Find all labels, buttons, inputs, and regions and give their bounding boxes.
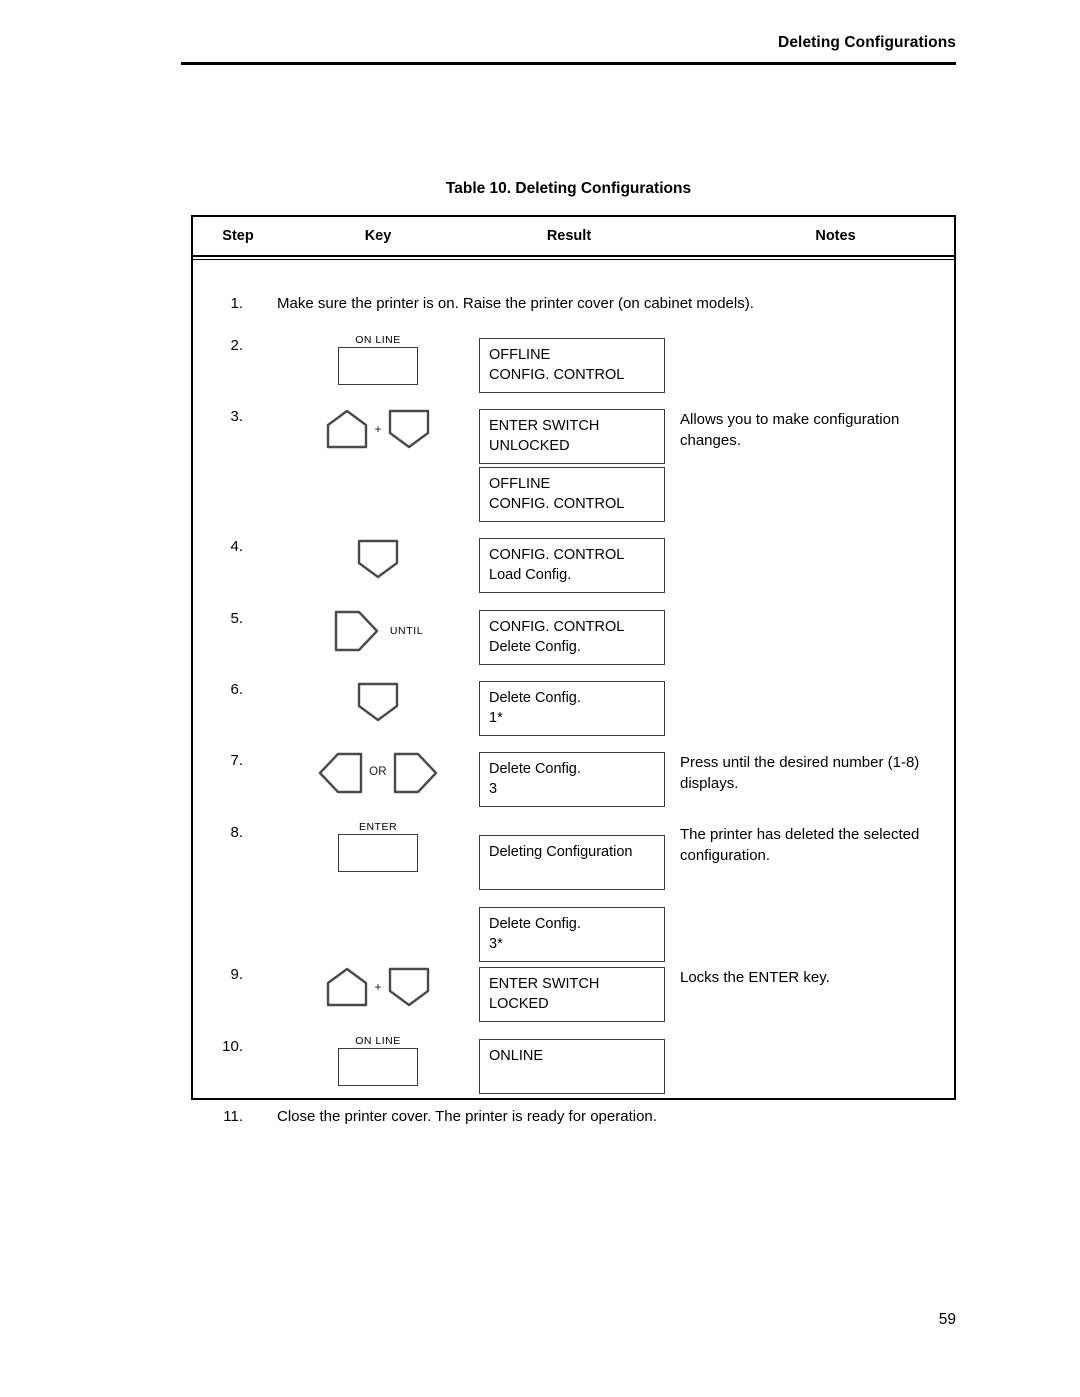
step-note: The printer has deleted the selected con… [680, 826, 920, 864]
lcd-line-2: Load Config. [489, 567, 572, 583]
lcd-line-1: ENTER SWITCH [489, 418, 600, 434]
key-illustration: + [285, 957, 471, 1017]
enter-key-label: ENTER [358, 820, 398, 833]
step-number: 5. [230, 610, 243, 627]
column-header-notes: Notes [815, 228, 856, 244]
key-illustration [285, 672, 471, 732]
lcd-display: CONFIG. CONTROL Delete Config. [479, 610, 665, 665]
lcd-display: Deleting Configuration [479, 835, 665, 890]
lcd-display: Delete Config. 1* [479, 681, 665, 736]
lcd-line-1: OFFLINE [489, 476, 551, 492]
on-line-key: ON LINE [338, 335, 418, 386]
column-header-step: Step [222, 228, 254, 244]
plus-connector: + [374, 422, 382, 436]
step-number: 6. [230, 681, 243, 698]
key-illustration: UNTIL [285, 601, 471, 661]
step-number: 1. [230, 295, 243, 312]
rect-key-icon [338, 834, 418, 873]
lcd-line-2: CONFIG. CONTROL [489, 496, 625, 512]
lcd-line-2: 3* [489, 936, 503, 952]
running-header-text: Deleting Configurations [778, 34, 956, 51]
key-illustration [285, 529, 471, 589]
enter-key: ENTER [338, 822, 418, 873]
up-arrow-key-icon [327, 967, 368, 1007]
column-header-key: Key [364, 228, 392, 244]
down-arrow-key-icon [357, 682, 399, 722]
down-arrow-key-icon [357, 539, 399, 579]
lcd-line-1: CONFIG. CONTROL [489, 619, 625, 635]
page-number: 59 [938, 1311, 956, 1328]
lcd-line-1: Delete Config. [489, 690, 581, 706]
lcd-display: ENTER SWITCH UNLOCKED [479, 409, 665, 464]
lcd-display: OFFLINE CONFIG. CONTROL [479, 338, 665, 393]
step-number: 3. [230, 408, 243, 425]
lcd-line-1: CONFIG. CONTROL [489, 547, 625, 563]
on-line-key-label: ON LINE [355, 1034, 401, 1047]
step-number: 11. [223, 1108, 243, 1125]
lcd-line-1: ENTER SWITCH [489, 976, 600, 992]
key-illustration: OR [285, 743, 471, 803]
step-number: 10. [222, 1038, 243, 1055]
down-arrow-key-icon [388, 967, 429, 1007]
header-rule [181, 62, 956, 65]
step-instruction-text: Make sure the printer is on. Raise the p… [277, 295, 754, 312]
or-connector: OR [369, 766, 387, 779]
step-number: 4. [230, 538, 243, 555]
lcd-display-secondary: OFFLINE CONFIG. CONTROL [479, 467, 665, 522]
table-caption: Table 10. Deleting Configurations [445, 180, 692, 197]
lcd-line-1: OFFLINE [489, 347, 551, 363]
rect-key-icon [338, 347, 418, 386]
plus-connector: + [374, 980, 382, 994]
on-line-key: ON LINE [338, 1036, 418, 1087]
lcd-line-1: Delete Config. [489, 916, 581, 932]
step-note: Press until the desired number (1-8) dis… [680, 754, 920, 792]
until-key-label: UNTIL [389, 625, 424, 637]
lcd-display-secondary: Delete Config. 3* [479, 907, 665, 962]
step-number: 2. [230, 337, 243, 354]
running-header: Deleting Configurations [181, 34, 956, 56]
lcd-line-2 [489, 1066, 655, 1086]
key-illustration: ON LINE [285, 1031, 471, 1091]
lcd-line-1: Delete Config. [489, 761, 581, 777]
table-header-row: Step Key Result Notes [193, 217, 954, 260]
step-number: 8. [230, 824, 243, 841]
key-illustration: + [285, 399, 471, 459]
lcd-display: Delete Config. 3 [479, 752, 665, 807]
lcd-line-2: CONFIG. CONTROL [489, 367, 625, 383]
up-arrow-key-icon [327, 409, 368, 449]
step-note: Allows you to make configuration changes… [680, 411, 900, 449]
lcd-line-2: LOCKED [489, 996, 549, 1012]
step-instruction-text: Close the printer cover. The printer is … [277, 1108, 657, 1125]
key-illustration: ENTER [285, 817, 471, 877]
lcd-line-1: ONLINE [489, 1048, 543, 1064]
lcd-display: ENTER SWITCH LOCKED [479, 967, 665, 1022]
rect-key-icon [338, 1048, 418, 1087]
column-header-result: Result [546, 228, 592, 244]
down-arrow-key-icon [388, 409, 429, 449]
right-arrow-key-icon [334, 610, 379, 652]
lcd-display: CONFIG. CONTROL Load Config. [479, 538, 665, 593]
deleting-configurations-table: Step Key Result Notes 1. Make sure the p… [191, 215, 956, 1125]
step-number: 7. [230, 752, 243, 769]
lcd-line-2: 1* [489, 710, 503, 726]
lcd-line-2: Delete Config. [489, 639, 581, 655]
key-illustration: ON LINE [285, 330, 471, 390]
step-note: Locks the ENTER key. [680, 969, 830, 986]
lcd-display: ONLINE [479, 1039, 665, 1094]
lcd-line-1: Deleting Configuration [489, 844, 633, 860]
lcd-line-2: UNLOCKED [489, 438, 570, 454]
lcd-line-2 [489, 862, 655, 882]
step-number: 9. [230, 966, 243, 983]
right-arrow-key-icon [393, 752, 438, 794]
table-body: 1. Make sure the printer is on. Raise th… [193, 257, 954, 1125]
left-arrow-key-icon [318, 752, 363, 794]
on-line-key-label: ON LINE [355, 333, 401, 346]
lcd-line-2: 3 [489, 781, 498, 797]
